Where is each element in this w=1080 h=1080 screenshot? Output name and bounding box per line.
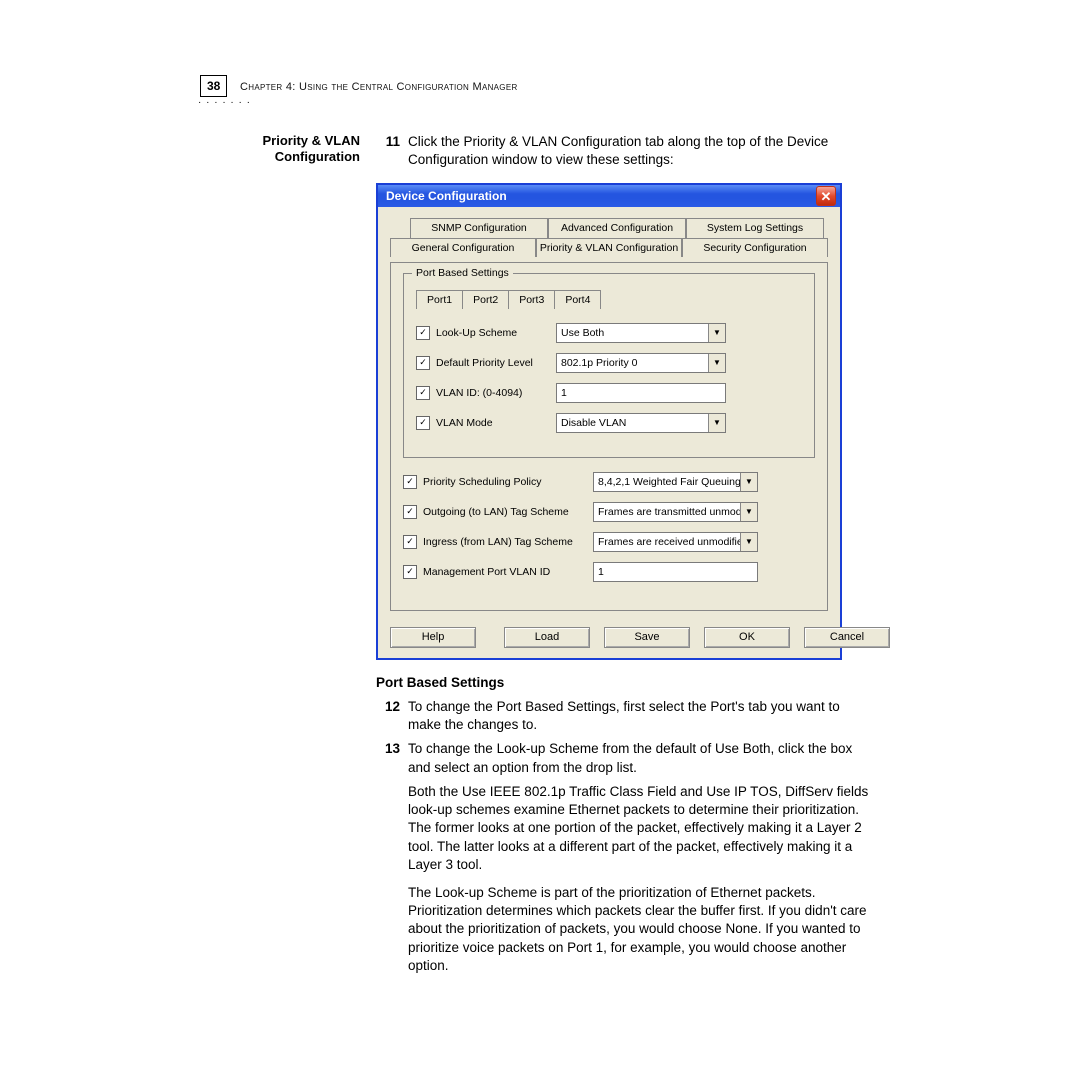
ingress-checkbox[interactable]: ✓ bbox=[403, 535, 417, 549]
mgmt-input[interactable]: 1 bbox=[593, 562, 758, 582]
port-based-settings-group: Port Based Settings Port1 Port2 Port3 Po… bbox=[403, 273, 815, 458]
lookup-label: Look-Up Scheme bbox=[436, 326, 556, 340]
load-button[interactable]: Load bbox=[504, 627, 590, 648]
priority-label: Default Priority Level bbox=[436, 356, 556, 370]
chevron-down-icon: ▼ bbox=[740, 533, 757, 551]
vlanmode-label: VLAN Mode bbox=[436, 416, 556, 430]
step-13-number: 13 bbox=[376, 740, 408, 776]
close-icon[interactable]: ✕ bbox=[816, 186, 836, 206]
ingress-label: Ingress (from LAN) Tag Scheme bbox=[423, 535, 593, 549]
margin-heading: Priority & VLAN Configuration bbox=[200, 133, 376, 985]
device-configuration-dialog: Device Configuration ✕ SNMP Configuratio… bbox=[376, 183, 842, 659]
chevron-down-icon: ▼ bbox=[708, 414, 725, 432]
chevron-down-icon: ▼ bbox=[708, 354, 725, 372]
vlanid-input[interactable]: 1 bbox=[556, 383, 726, 403]
mgmt-label: Management Port VLAN ID bbox=[423, 565, 593, 579]
step-13-text: To change the Look-up Scheme from the de… bbox=[408, 740, 875, 776]
tab-general-configuration[interactable]: General Configuration bbox=[390, 238, 536, 257]
chevron-down-icon: ▼ bbox=[740, 473, 757, 491]
decorative-dots: · · · · · · · bbox=[198, 97, 251, 108]
port-tab-4[interactable]: Port4 bbox=[554, 290, 601, 309]
outgoing-combo[interactable]: Frames are transmitted unmodi▼ bbox=[593, 502, 758, 522]
page-number: 38 bbox=[200, 75, 227, 97]
ingress-combo[interactable]: Frames are received unmodifie▼ bbox=[593, 532, 758, 552]
tab-snmp-configuration[interactable]: SNMP Configuration bbox=[410, 218, 548, 237]
outgoing-checkbox[interactable]: ✓ bbox=[403, 505, 417, 519]
ok-button[interactable]: OK bbox=[704, 627, 790, 648]
scheduling-combo[interactable]: 8,4,2,1 Weighted Fair Queuing▼ bbox=[593, 472, 758, 492]
outgoing-label: Outgoing (to LAN) Tag Scheme bbox=[423, 505, 593, 519]
paragraph-2: The Look-up Scheme is part of the priori… bbox=[408, 884, 875, 975]
port-settings-heading: Port Based Settings bbox=[376, 674, 875, 692]
vlanmode-checkbox[interactable]: ✓ bbox=[416, 416, 430, 430]
scheduling-label: Priority Scheduling Policy bbox=[423, 475, 593, 489]
vlanid-label: VLAN ID: (0-4094) bbox=[436, 386, 556, 400]
port-tab-3[interactable]: Port3 bbox=[508, 290, 555, 309]
cancel-button[interactable]: Cancel bbox=[804, 627, 890, 648]
vlanmode-combo[interactable]: Disable VLAN▼ bbox=[556, 413, 726, 433]
chevron-down-icon: ▼ bbox=[708, 324, 725, 342]
lookup-combo[interactable]: Use Both▼ bbox=[556, 323, 726, 343]
tab-system-log-settings[interactable]: System Log Settings bbox=[686, 218, 824, 237]
vlanid-checkbox[interactable]: ✓ bbox=[416, 386, 430, 400]
titlebar: Device Configuration ✕ bbox=[378, 185, 840, 207]
step-12-number: 12 bbox=[376, 698, 408, 734]
chapter-heading: Chapter 4: Using the Central Configurati… bbox=[240, 81, 518, 93]
step-11-number: 11 bbox=[376, 133, 408, 169]
step-12-text: To change the Port Based Settings, first… bbox=[408, 698, 875, 734]
priority-checkbox[interactable]: ✓ bbox=[416, 356, 430, 370]
scheduling-checkbox[interactable]: ✓ bbox=[403, 475, 417, 489]
fieldset-legend: Port Based Settings bbox=[412, 266, 513, 280]
paragraph-1: Both the Use IEEE 802.1p Traffic Class F… bbox=[408, 783, 875, 874]
help-button[interactable]: Help bbox=[390, 627, 476, 648]
chevron-down-icon: ▼ bbox=[740, 503, 757, 521]
tab-security-configuration[interactable]: Security Configuration bbox=[682, 238, 828, 257]
tab-advanced-configuration[interactable]: Advanced Configuration bbox=[548, 218, 686, 237]
step-11-text: Click the Priority & VLAN Configuration … bbox=[408, 133, 875, 169]
lookup-checkbox[interactable]: ✓ bbox=[416, 326, 430, 340]
port-tab-1[interactable]: Port1 bbox=[416, 290, 463, 309]
mgmt-checkbox[interactable]: ✓ bbox=[403, 565, 417, 579]
save-button[interactable]: Save bbox=[604, 627, 690, 648]
priority-combo[interactable]: 802.1p Priority 0▼ bbox=[556, 353, 726, 373]
tab-priority-vlan-configuration[interactable]: Priority & VLAN Configuration bbox=[536, 238, 682, 257]
port-tab-2[interactable]: Port2 bbox=[462, 290, 509, 309]
dialog-title: Device Configuration bbox=[386, 188, 816, 204]
